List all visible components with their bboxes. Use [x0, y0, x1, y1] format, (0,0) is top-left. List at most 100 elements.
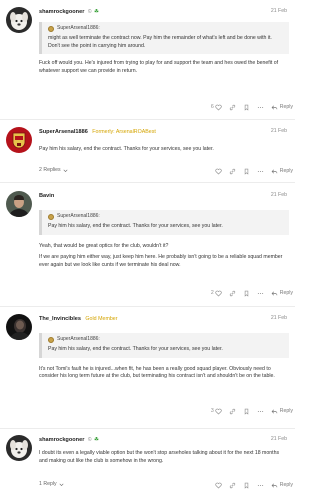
link-icon	[229, 104, 235, 111]
post-actions: Reply	[215, 167, 293, 176]
post-header: SuperArsenal1886 Formerly: ArsenalROABes…	[39, 128, 289, 136]
link-button[interactable]	[229, 168, 236, 175]
reply-label: Reply	[279, 407, 293, 414]
username[interactable]: Bavin	[39, 193, 54, 199]
username[interactable]: The_Invincibles	[39, 316, 81, 322]
post-paragraph: I doubt its even a legally viable option…	[39, 450, 280, 464]
reply-label: Reply	[279, 289, 293, 296]
post-header: Bavin 21 Feb	[39, 192, 289, 200]
quote-block: SuperArsenal1886: Pay him his salary, en…	[39, 333, 289, 358]
more-icon	[257, 484, 263, 487]
reply-button[interactable]: Reply	[271, 482, 293, 490]
quote-block: SuperArsenal1886: Pay him his salary, en…	[39, 210, 289, 235]
reply-button[interactable]: Reply	[271, 408, 293, 416]
username[interactable]: shamrockgooner	[39, 9, 84, 15]
like-count: 6	[210, 103, 214, 110]
link-icon	[229, 482, 235, 489]
copyright-badge-icon: ©	[87, 9, 92, 15]
post-header: shamrockgooner © ☘ 21 Feb	[39, 8, 289, 16]
more-icon	[257, 292, 263, 295]
reply-icon	[271, 291, 277, 296]
link-icon	[229, 290, 235, 297]
post-paragraph: Yeah, that would be great optics for the…	[39, 242, 169, 249]
post-date[interactable]: 21 Feb	[271, 8, 287, 16]
link-button[interactable]	[229, 482, 236, 489]
more-icon	[257, 410, 263, 413]
replies-toggle[interactable]: 1 Reply	[39, 481, 65, 489]
like-button[interactable]	[215, 168, 222, 175]
bookmark-button[interactable]	[243, 290, 250, 297]
bookmark-icon	[244, 168, 248, 175]
avatar[interactable]	[6, 127, 32, 153]
heart-icon	[215, 104, 222, 111]
replies-count: 2 Replies	[39, 167, 61, 173]
bookmark-button[interactable]	[243, 408, 250, 415]
reply-label: Reply	[279, 103, 293, 110]
dog-avatar-icon	[6, 7, 32, 33]
post-paragraph: Pay him his salary, end the contract. Th…	[39, 146, 214, 152]
username[interactable]: shamrockgooner	[39, 437, 84, 443]
bookmark-button[interactable]	[243, 168, 250, 175]
avatar[interactable]	[6, 314, 32, 340]
bookmark-icon	[244, 482, 248, 489]
like-button[interactable]	[215, 482, 222, 489]
reply-icon	[271, 169, 277, 174]
arsenal-crest-avatar-icon	[6, 127, 32, 153]
reply-button[interactable]: Reply	[271, 290, 293, 298]
post: The_Invincibles Gold Member 21 Feb Super…	[0, 307, 295, 429]
reply-label: Reply	[279, 481, 293, 488]
avatar[interactable]	[6, 191, 32, 217]
like-count: 2	[210, 289, 214, 296]
post-paragraph: If we are paying him either way, just ke…	[39, 254, 283, 268]
post-body: Yeah, that would be great optics for the…	[39, 243, 289, 270]
avatar[interactable]	[6, 7, 32, 33]
post-date[interactable]: 21 Feb	[271, 315, 287, 323]
link-button[interactable]	[229, 290, 236, 297]
post: shamrockgooner © ☘ 21 Feb SuperArsenal18…	[0, 0, 295, 120]
reply-button[interactable]: Reply	[271, 104, 293, 112]
like-button[interactable]: 2	[211, 290, 222, 298]
avatar[interactable]	[6, 435, 32, 461]
post-date[interactable]: 21 Feb	[271, 128, 287, 136]
heart-icon	[215, 482, 222, 489]
more-button[interactable]	[257, 104, 264, 111]
user-flair: Formerly: ArsenalROABest	[92, 129, 156, 135]
copyright-badge-icon: ©	[87, 437, 92, 443]
post-date[interactable]: 21 Feb	[271, 436, 287, 444]
post-body: Pay him his salary, end the contract. Th…	[39, 146, 289, 154]
post-paragraph: It's not Tomi's fault he is injured...wh…	[39, 365, 275, 380]
link-icon	[229, 408, 235, 415]
replies-count: 1 Reply	[39, 481, 57, 487]
heart-icon	[215, 290, 222, 297]
post-body: It's not Tomi's fault he is injured...wh…	[39, 366, 289, 381]
link-icon	[229, 168, 235, 175]
link-button[interactable]	[229, 408, 236, 415]
post: SuperArsenal1886 Formerly: ArsenalROABes…	[0, 120, 295, 183]
like-button[interactable]: 3	[211, 408, 222, 416]
bookmark-icon	[244, 408, 248, 415]
bookmark-button[interactable]	[243, 482, 250, 489]
link-button[interactable]	[229, 104, 236, 111]
more-button[interactable]	[257, 168, 264, 175]
more-button[interactable]	[257, 408, 264, 415]
post-actions: 6 Reply	[211, 103, 293, 112]
bookmark-icon	[244, 290, 248, 297]
username[interactable]: SuperArsenal1886	[39, 129, 88, 135]
more-button[interactable]	[257, 290, 264, 297]
post-actions: 3 Reply	[211, 407, 293, 416]
quote-author[interactable]: SuperArsenal1886:	[57, 336, 100, 343]
like-button[interactable]: 6	[211, 104, 222, 112]
quote-author[interactable]: SuperArsenal1886:	[57, 213, 100, 220]
heart-icon	[215, 408, 222, 415]
heart-icon	[215, 168, 222, 175]
replies-toggle[interactable]: 2 Replies	[39, 167, 69, 175]
quote-author[interactable]: SuperArsenal1886:	[57, 25, 100, 32]
reply-button[interactable]: Reply	[271, 168, 293, 176]
quote-text: might as well terminate the contract now…	[48, 35, 272, 49]
bookmark-button[interactable]	[243, 104, 250, 111]
more-button[interactable]	[257, 482, 264, 489]
quote-avatar-icon	[48, 213, 54, 220]
quote-text: Pay him his salary, end the contract. Th…	[48, 346, 223, 353]
post-date[interactable]: 21 Feb	[271, 192, 287, 200]
more-icon	[257, 170, 263, 173]
